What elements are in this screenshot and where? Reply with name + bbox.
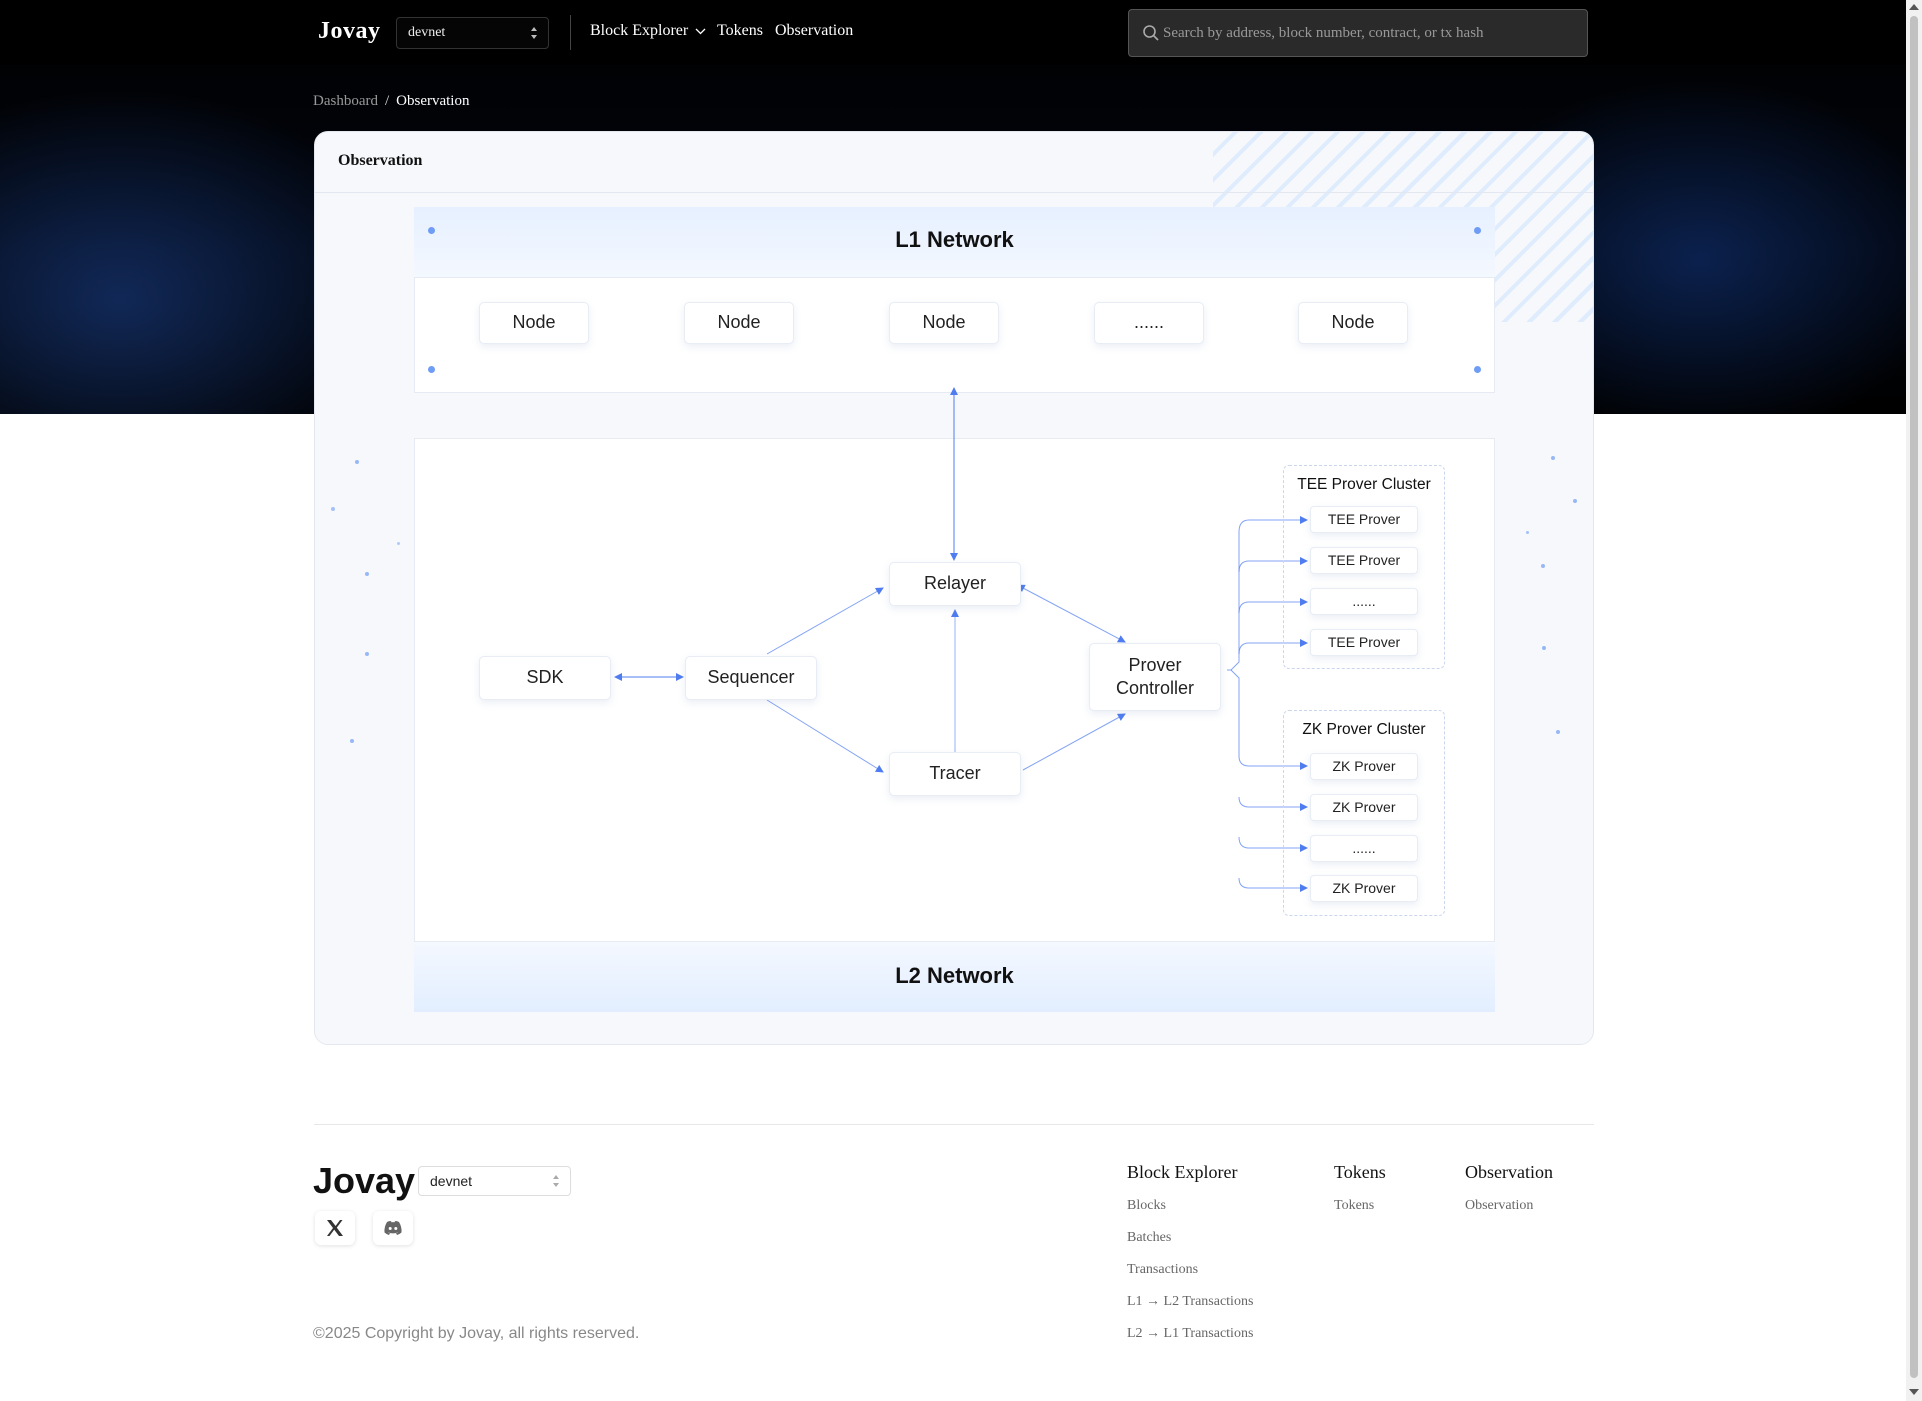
discord-social-link[interactable] [373, 1211, 413, 1245]
tracer-node: Tracer [889, 752, 1021, 796]
scrollbar-thumb[interactable] [1910, 16, 1918, 1378]
l2-network-title: L2 Network [895, 963, 1014, 988]
search-icon [1143, 25, 1159, 41]
zk-prover-ellipsis: ...... [1310, 835, 1418, 862]
footer-link-observation[interactable]: Observation [1465, 1198, 1533, 1214]
nav-divider [570, 15, 571, 50]
x-icon [327, 1220, 343, 1236]
top-navbar: Jovay devnet Block Explorer Tokens Obser… [0, 0, 1906, 65]
network-select[interactable]: devnet [396, 17, 549, 49]
zk-prover-node: ZK Prover [1310, 794, 1418, 821]
tee-prover-node: TEE Prover [1310, 629, 1418, 656]
zk-prover-node: ZK Prover [1310, 875, 1418, 902]
network-select-value: devnet [408, 25, 446, 40]
zk-prover-node: ZK Prover [1310, 753, 1418, 780]
footer-col-tokens: Tokens [1334, 1162, 1386, 1182]
l2-network-footer: L2 Network [414, 942, 1495, 1012]
footer-col-block-explorer: Block Explorer [1127, 1162, 1238, 1182]
breadcrumb: Dashboard / Observation [313, 93, 469, 110]
footer-link-batches[interactable]: Batches [1127, 1230, 1171, 1246]
footer-link-l2-l1-transactions[interactable]: L2 → L1 Transactions [1127, 1326, 1253, 1342]
footer-network-value: devnet [430, 1173, 473, 1189]
discord-icon [384, 1220, 402, 1235]
sequencer-node: Sequencer [685, 656, 817, 700]
footer-link-blocks[interactable]: Blocks [1127, 1198, 1166, 1214]
observation-card: Observation L1 Network Node Node Node ..… [314, 131, 1594, 1045]
footer-network-select[interactable]: devnet [418, 1166, 571, 1196]
footer-col-observation: Observation [1465, 1162, 1553, 1182]
footer-link-transactions[interactable]: Transactions [1127, 1262, 1198, 1278]
zk-prover-cluster: ZK Prover Cluster ZK Prover ZK Prover ..… [1283, 710, 1445, 916]
nav-block-explorer-label: Block Explorer [590, 22, 689, 39]
nav-block-explorer[interactable]: Block Explorer [590, 22, 706, 40]
tee-prover-node: TEE Prover [1310, 506, 1418, 533]
breadcrumb-dashboard[interactable]: Dashboard [313, 93, 378, 109]
tee-cluster-title: TEE Prover Cluster [1297, 476, 1431, 493]
scroll-up-arrow[interactable] [1909, 4, 1919, 10]
tee-prover-node: TEE Prover [1310, 547, 1418, 574]
copyright: ©2025 Copyright by Jovay, all rights res… [313, 1325, 640, 1342]
nav-observation[interactable]: Observation [775, 22, 853, 40]
footer-logo[interactable]: Jovay [313, 1160, 415, 1202]
breadcrumb-separator: / [384, 93, 390, 109]
breadcrumb-current: Observation [396, 93, 470, 109]
footer-link-tokens[interactable]: Tokens [1334, 1198, 1374, 1214]
search-box [1128, 9, 1588, 57]
sort-arrows-icon [553, 1175, 559, 1187]
footer-link-l1-l2-transactions[interactable]: L1 → L2 Transactions [1127, 1294, 1253, 1310]
chevron-down-icon [695, 28, 706, 35]
tee-prover-cluster: TEE Prover Cluster TEE Prover TEE Prover… [1283, 465, 1445, 669]
connector-lines [614, 387, 1308, 892]
footer-divider [314, 1124, 1594, 1125]
prover-controller-node: Prover Controller [1089, 643, 1221, 711]
sort-arrows-icon [531, 27, 537, 39]
nav-tokens[interactable]: Tokens [717, 22, 763, 40]
scroll-down-arrow[interactable] [1909, 1389, 1919, 1395]
zk-cluster-title: ZK Prover Cluster [1302, 721, 1426, 738]
search-input[interactable] [1163, 10, 1573, 56]
relayer-node: Relayer [889, 562, 1021, 606]
sdk-node: SDK [479, 656, 611, 700]
tee-prover-ellipsis: ...... [1310, 588, 1418, 615]
logo[interactable]: Jovay [318, 18, 381, 45]
x-social-link[interactable] [315, 1211, 355, 1245]
